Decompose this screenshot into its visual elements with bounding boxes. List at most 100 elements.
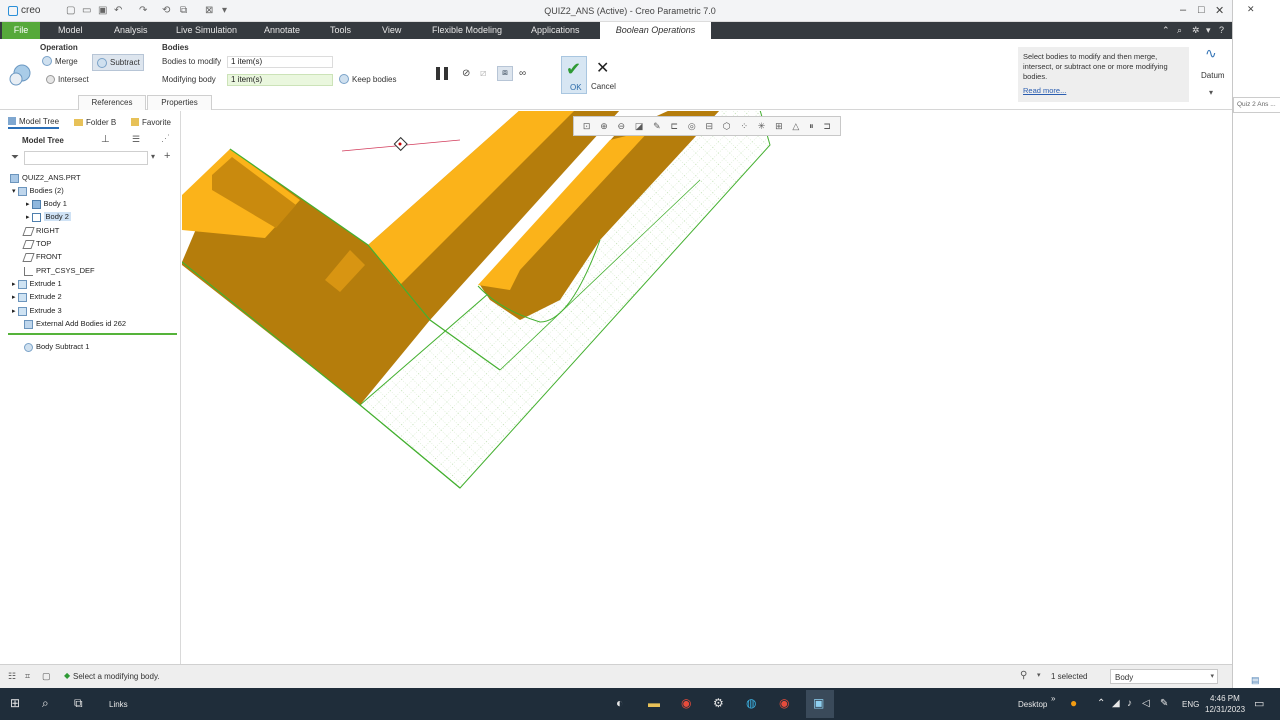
chrome-profile-icon[interactable]: ◉ [779,696,789,710]
tree-item-part[interactable]: QUIZ2_ANS.PRT [10,171,81,184]
tab-tools[interactable]: Tools [324,22,357,39]
customize-toolbar-icon[interactable]: ▾ [222,5,227,16]
bodies-to-modify-field[interactable]: 1 item(s) [227,56,333,68]
search-dropdown-icon[interactable]: ▾ [151,152,155,161]
clock-date[interactable]: 12/31/2023 [1205,705,1245,714]
collapse-arrow-icon[interactable]: ▸ [26,214,30,221]
annotation-display-icon[interactable]: ⊞ [775,121,783,132]
view-manager-icon[interactable]: ⊏ [671,121,679,132]
tab-model-tree[interactable]: Model Tree [8,115,60,129]
tree-settings-icon[interactable]: ⊥ [101,134,110,145]
repaint-icon[interactable]: ◪ [635,121,644,132]
tree-item-extrude-2[interactable]: ▸ Extrude 2 [12,290,62,303]
desktop-label[interactable]: Desktop [1018,700,1047,709]
save-icon[interactable]: ▣ [98,5,107,16]
geometry-preview-icon[interactable]: ⧄ [480,68,486,79]
windows-icon[interactable]: ⧉ [180,5,187,16]
model-graphics[interactable] [182,111,1232,664]
add-filter-icon[interactable]: + [164,150,170,162]
graphics-viewport[interactable] [182,111,1232,664]
tab-favorites[interactable]: Favorite [131,115,171,129]
tab-flexible-modeling[interactable]: Flexible Modeling [426,22,508,39]
tab-boolean-operations[interactable]: Boolean Operations [600,22,711,39]
verify-glasses-icon[interactable]: ∞ [519,68,526,79]
volume-icon[interactable]: ◁ [1142,698,1150,709]
tree-item-extrude-3[interactable]: ▸ Extrude 3 [12,304,62,317]
tab-folder-browser[interactable]: Folder B [74,115,116,129]
pause-icon[interactable] [436,67,440,80]
undo-icon[interactable]: ↶ [114,5,122,16]
redo-icon[interactable]: ↷ [139,5,147,16]
close-button[interactable]: ✕ [1215,4,1224,17]
tree-item-body-1[interactable]: ▸ Body 1 [26,197,67,210]
collapse-arrow-icon[interactable]: ▸ [12,308,16,315]
zoom-out-icon[interactable]: ⊖ [618,121,626,132]
perspective-icon[interactable]: △ [792,121,799,132]
selection-filter-select[interactable]: Body ▾ [1110,669,1218,684]
background-close-icon[interactable]: ✕ [1247,4,1255,15]
datum-dropdown-icon[interactable]: ▾ [1209,88,1213,97]
collapse-ribbon-icon[interactable]: ⌃ [1162,25,1170,36]
tab-analysis[interactable]: Analysis [108,22,154,39]
settings-icon[interactable]: ✲ [1192,25,1200,36]
section-icon[interactable]: ⊟ [705,121,713,132]
tree-item-external-add-bodies[interactable]: External Add Bodies id 262 [24,317,126,330]
refit-icon[interactable]: ⊡ [583,121,591,132]
tile-icon[interactable]: ▤ [1251,675,1260,686]
search-icon[interactable]: ⌕ [42,696,49,711]
tree-item-extrude-1[interactable]: ▸ Extrude 1 [12,277,62,290]
close-window-icon[interactable]: ⊠ [205,5,213,16]
background-tab[interactable]: Quiz 2 Ans ... [1233,97,1280,113]
links-label[interactable]: Links [109,700,128,709]
subtract-option[interactable]: Subtract [92,54,144,71]
tree-item-body-subtract[interactable]: Body Subtract 1 [24,340,89,353]
dynamic-preview-icon[interactable]: ⧈ [497,66,513,81]
keep-bodies-option[interactable]: Keep bodies [339,74,396,84]
tab-applications[interactable]: Applications [525,22,586,39]
full-screen-icon[interactable]: ▢ [42,671,51,682]
more-icon[interactable]: ⊐ [823,121,831,132]
tab-view[interactable]: View [376,22,407,39]
tree-item-top[interactable]: TOP [22,237,51,250]
tree-columns-icon[interactable]: ☰ [132,134,140,145]
spin-center-icon[interactable]: ✳ [758,121,766,132]
find-dropdown-icon[interactable]: ▾ [1037,671,1041,679]
app-icon[interactable]: ◐ [616,696,623,710]
open-file-icon[interactable]: ▭ [82,5,91,16]
toolbar-more-icon[interactable]: » [1051,694,1055,703]
insert-indicator[interactable] [8,333,177,335]
zoom-in-icon[interactable]: ⊕ [600,121,608,132]
datum-label[interactable]: Datum [1201,71,1225,80]
tree-item-right[interactable]: RIGHT [22,224,59,237]
saved-orientations-icon[interactable]: ◎ [688,121,696,132]
tab-annotate[interactable]: Annotate [258,22,306,39]
firefox-icon[interactable]: ● [1070,696,1077,710]
ok-button[interactable]: ✔ OK [561,56,587,94]
tree-search-input[interactable] [24,151,148,165]
tray-expand-icon[interactable]: ⌃ [1097,698,1105,709]
collapse-arrow-icon[interactable]: ▸ [26,201,30,208]
show-navigator-icon[interactable]: ☷ [8,671,16,682]
help-icon[interactable]: ? [1219,25,1224,35]
tab-model[interactable]: Model [52,22,89,39]
datum-icon[interactable]: ∿ [1205,45,1217,62]
merge-option[interactable]: Merge [42,56,78,66]
filter-icon[interactable]: ⏷ [11,152,19,163]
pan-icon[interactable]: ✎ [653,121,661,132]
read-more-link[interactable]: Read more... [1023,86,1184,96]
tree-item-bodies[interactable]: ▾ Bodies (2) [12,184,64,197]
modifying-body-field[interactable]: 1 item(s) [227,74,333,86]
dropdown-icon[interactable]: ▾ [1206,25,1211,36]
collapse-arrow-icon[interactable]: ▸ [12,281,16,288]
display-style-icon[interactable]: ⬡ [723,121,731,132]
find-icon[interactable]: ⚲ [1020,670,1027,681]
new-file-icon[interactable]: ▢ [66,5,75,16]
file-explorer-icon[interactable]: ▬ [648,696,660,710]
notification-icon[interactable]: ▭ [1254,697,1264,710]
tree-item-body-2[interactable]: ▸ Body 2 [26,210,71,223]
edge-icon[interactable]: ◍ [746,696,756,710]
panel-settings-icon[interactable]: ⋰ [161,133,170,144]
tab-references[interactable]: References [78,95,146,110]
pen-icon[interactable]: ✎ [1160,698,1168,709]
task-view-icon[interactable]: ⧉ [74,696,83,711]
